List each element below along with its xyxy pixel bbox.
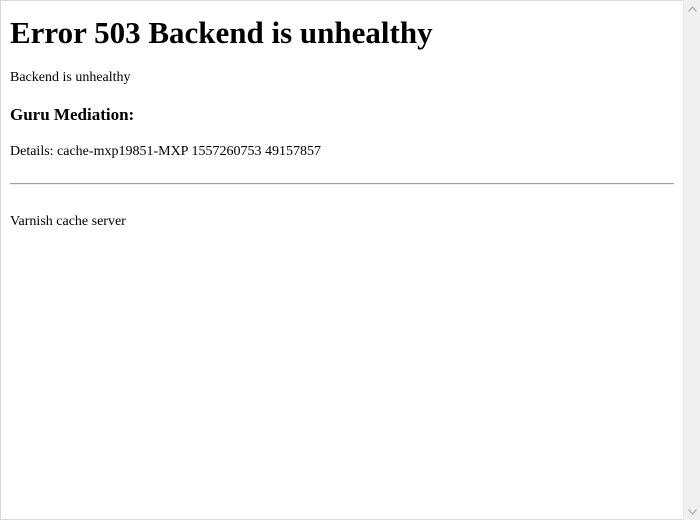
scroll-down-button[interactable] [684,503,700,520]
chevron-down-icon [687,508,697,515]
page-title: Error 503 Backend is unhealthy [10,15,433,50]
divider [10,183,674,185]
chevron-up-icon [687,5,697,12]
error-message: Backend is unhealthy [10,70,131,85]
scroll-up-button[interactable] [684,0,700,17]
vertical-scrollbar[interactable] [683,0,700,520]
error-details: Details: cache-mxp19851-MXP 1557260753 4… [10,144,321,159]
browser-viewport: Error 503 Backend is unhealthy Backend i… [0,0,683,520]
guru-mediation-heading: Guru Mediation: [10,105,135,124]
server-footer: Varnish cache server [10,214,126,229]
